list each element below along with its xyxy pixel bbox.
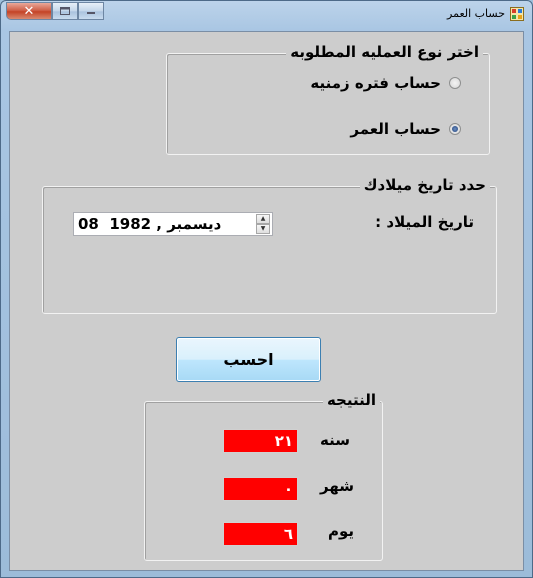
close-button[interactable]: ✕ <box>6 2 52 20</box>
months-label: شهر <box>320 477 354 495</box>
app-icon <box>510 7 524 21</box>
days-label: يوم <box>328 522 355 540</box>
maximize-button[interactable] <box>52 2 78 20</box>
title-bar[interactable]: ✕ حساب العمر <box>1 1 532 27</box>
radio-age-circle[interactable] <box>449 123 461 135</box>
spin-down-icon[interactable]: ▼ <box>256 224 270 234</box>
minimize-button[interactable] <box>78 2 104 20</box>
minimize-icon <box>87 12 95 14</box>
radio-period[interactable]: حساب فتره زمنيه <box>310 74 461 92</box>
months-value: ٠ <box>223 477 298 501</box>
result-legend: النتيجه <box>322 391 380 409</box>
birth-date-legend: حدد تاريخ ميلادك <box>359 176 490 194</box>
spin-up-icon[interactable]: ▲ <box>256 214 270 224</box>
birth-date-value[interactable]: 08 ديسمبر , 1982 <box>78 215 221 233</box>
window-title: حساب العمر <box>447 7 505 20</box>
app-window: ✕ حساب العمر اختر نوع العمليه المطلوبه ح… <box>0 0 533 578</box>
maximize-icon <box>60 7 70 15</box>
days-value: ٦ <box>223 522 298 546</box>
radio-period-circle[interactable] <box>449 77 461 89</box>
close-icon: ✕ <box>23 3 35 19</box>
operation-type-group: اختر نوع العمليه المطلوبه حساب فتره زمني… <box>166 43 490 155</box>
client-area: اختر نوع العمليه المطلوبه حساب فتره زمني… <box>9 31 524 571</box>
radio-age-label: حساب العمر <box>350 120 441 138</box>
calculate-button[interactable]: احسب <box>176 337 321 382</box>
birth-date-picker[interactable]: 08 ديسمبر , 1982 ▲ ▼ <box>73 212 273 236</box>
radio-age[interactable]: حساب العمر <box>350 120 461 138</box>
years-label: سنه <box>320 431 350 449</box>
caption-buttons: ✕ <box>6 2 104 21</box>
operation-type-legend: اختر نوع العمليه المطلوبه <box>286 43 483 61</box>
radio-period-label: حساب فتره زمنيه <box>310 74 441 92</box>
years-value: ٢١ <box>223 429 298 453</box>
birth-date-group: حدد تاريخ ميلادك تاريخ الميلاد : <box>42 176 497 314</box>
birth-date-label: تاريخ الميلاد : <box>375 213 474 231</box>
date-spinner[interactable]: ▲ ▼ <box>256 214 270 234</box>
